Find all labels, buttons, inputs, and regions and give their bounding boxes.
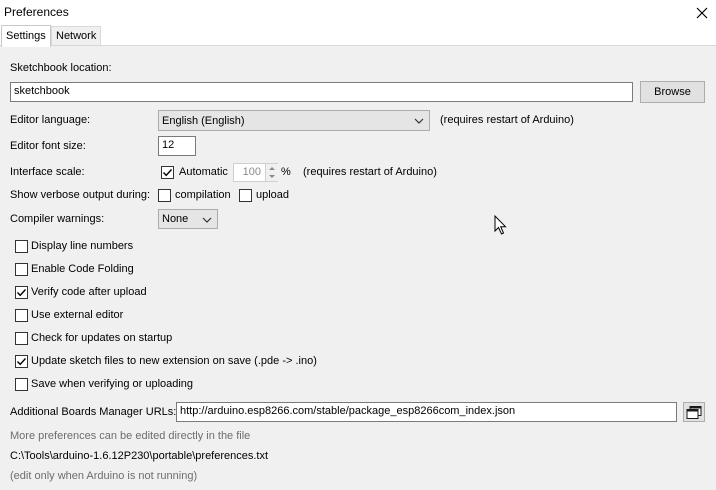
language-note: (requires restart of Arduino) [440,114,574,126]
scale-value: 100 [242,166,261,178]
boards-url-value: http://arduino.esp8266.com/stable/packag… [180,405,516,417]
update-sketch-extension-label: Update sketch files to new extension on … [31,355,317,367]
warnings-label: Compiler warnings: [10,213,105,225]
edit-note: (edit only when Arduino is not running) [10,470,198,482]
prefs-path[interactable]: C:\Tools\arduino-1.6.12P230\portable\pre… [10,450,268,462]
scale-auto-checkbox[interactable] [161,166,174,179]
title-bar: Preferences [0,0,716,25]
browse-button[interactable]: Browse [640,81,705,103]
scale-auto-label: Automatic [179,166,228,178]
chevron-down-icon [414,118,424,124]
scale-label: Interface scale: [10,166,85,178]
checkmark-icon [16,358,27,366]
language-select[interactable]: English (English) [158,110,430,131]
language-value: English (English) [162,114,245,127]
font-size-value: 12 [162,139,175,151]
sketchbook-input[interactable]: sketchbook [10,82,633,102]
font-size-input[interactable]: 12 [158,136,196,156]
verbose-compilation-label: compilation [175,189,231,201]
spinner-arrows-icon [269,167,275,178]
close-icon [696,7,708,18]
checkmark-icon [162,169,173,177]
close-button[interactable] [688,1,716,24]
check-updates-checkbox[interactable] [15,332,28,345]
verify-after-upload-checkbox[interactable] [15,286,28,299]
chevron-down-icon [202,217,212,223]
mouse-pointer-icon [494,215,507,235]
use-external-editor-label: Use external editor [31,309,124,321]
update-sketch-extension-checkbox[interactable] [15,355,28,368]
verbose-label: Show verbose output during: [10,189,151,201]
sketchbook-label: Sketchbook location: [10,62,112,74]
open-window-icon [686,405,702,419]
enable-code-folding-label: Enable Code Folding [31,263,134,275]
language-label: Editor language: [10,114,91,126]
window-title: Preferences [4,5,69,19]
sketchbook-value: sketchbook [14,85,70,97]
verbose-compilation-checkbox[interactable] [158,189,171,202]
scale-spinner-buttons[interactable] [265,164,278,181]
scale-unit: % [281,166,291,178]
tab-network-label: Network [56,30,97,42]
checkmark-icon [16,289,27,297]
boards-url-input[interactable]: http://arduino.esp8266.com/stable/packag… [176,402,677,422]
more-prefs-note: More preferences can be edited directly … [10,430,251,442]
warnings-value: None [162,213,189,225]
tab-settings-label: Settings [6,30,46,42]
save-when-verifying-label: Save when verifying or uploading [31,378,194,390]
boards-url-label: Additional Boards Manager URLs: [10,406,177,418]
verbose-upload-checkbox[interactable] [239,189,252,202]
use-external-editor-checkbox[interactable] [15,309,28,322]
enable-code-folding-checkbox[interactable] [15,263,28,276]
check-updates-label: Check for updates on startup [31,332,173,344]
verify-after-upload-label: Verify code after upload [31,286,147,298]
display-line-numbers-checkbox[interactable] [15,240,28,253]
save-when-verifying-checkbox[interactable] [15,378,28,391]
browse-label: Browse [654,86,691,98]
warnings-select[interactable]: None [158,209,218,229]
scale-note: (requires restart of Arduino) [303,166,437,178]
tab-settings[interactable]: Settings [1,25,51,47]
font-size-label: Editor font size: [10,140,86,152]
boards-url-editor-button[interactable] [683,402,705,422]
display-line-numbers-label: Display line numbers [31,240,134,252]
verbose-upload-label: upload [256,189,290,201]
tab-network[interactable]: Network [51,26,102,46]
